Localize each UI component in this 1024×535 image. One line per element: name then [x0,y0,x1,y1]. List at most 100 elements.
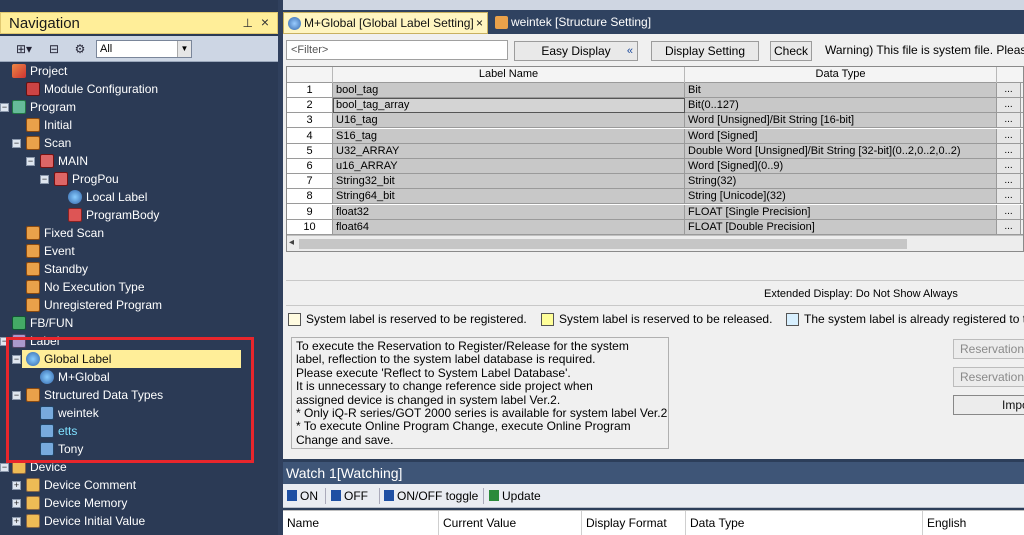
ellipsis-button[interactable]: ... [997,159,1021,174]
chevron-left-icon[interactable]: ◂ [289,237,294,248]
ellipsis-button[interactable]: ... [997,174,1021,190]
table-row[interactable]: 10 float64 FLOAT [Double Precision]... [287,219,1023,235]
label-name-cell[interactable]: u16_ARRAY [333,159,685,174]
tree-item[interactable]: Local Label [0,188,270,206]
check-button[interactable]: Check [770,41,812,61]
tree-item-label: Project [30,64,68,78]
ellipsis-button[interactable]: ... [997,98,1021,114]
extended-display-bar[interactable]: Extended Display: Do Not Show Always [286,280,1024,306]
data-type-cell[interactable]: Double Word [Unsigned]/Bit String [32-bi… [685,143,997,159]
table-row[interactable]: 5 U32_ARRAY Double Word [Unsigned]/Bit Str… [287,143,1023,159]
reservation-release-button[interactable]: Reservation to [953,367,1024,387]
watch-off-button[interactable]: OFF [331,489,368,503]
table-row[interactable]: 2 bool_tag_array Bit(0..127)... [287,98,1023,114]
data-type-cell[interactable]: Word [Signed] [685,128,997,144]
tree-item[interactable]: + Device Memory [0,494,270,512]
tree-item[interactable]: + Device Initial Value [0,512,270,530]
tree-view-icon[interactable]: ⊞▾ [14,39,34,59]
tree-item[interactable]: Unregistered Program [0,296,270,314]
label-name-cell[interactable]: float32 [333,204,685,220]
tree-item[interactable]: − Program [0,98,270,116]
tree-item[interactable]: − ProgPou [0,170,270,188]
table-row[interactable]: 3 U16_tag Word [Unsigned]/Bit String [16-b… [287,113,1023,129]
data-type-cell[interactable]: Bit [685,83,997,98]
data-type-cell[interactable]: Word [Unsigned]/Bit String [16-bit] [685,113,997,129]
scrollbar-thumb[interactable] [299,239,907,249]
watch-column-current-value[interactable]: Current Value [439,511,582,535]
tree-item[interactable]: Event [0,242,270,260]
collapse-icon[interactable]: − [0,103,9,112]
navigation-filter-select[interactable]: All ▼ [96,40,192,58]
collapse-icon[interactable]: − [40,175,49,184]
table-row[interactable]: 1 bool_tag Bit... [287,83,1023,98]
tab-m-global[interactable]: M+Global [Global Label Setting] × [283,12,488,34]
table-row[interactable]: 6 u16_ARRAY Word [Signed](0..9)... [287,159,1023,174]
pin-icon[interactable]: ⊥ [243,16,253,30]
table-row[interactable]: 8 String64_bit String [Unicode](32)... [287,189,1023,205]
column-header-label-name[interactable]: Label Name [333,67,685,83]
collapse-icon[interactable]: − [0,463,9,472]
ellipsis-button[interactable]: ... [997,204,1021,220]
data-type-cell[interactable]: String [Unicode](32) [685,189,997,205]
tree-item[interactable]: No Execution Type [0,278,270,296]
display-setting-button[interactable]: Display Setting [651,41,759,61]
label-name-cell[interactable]: U32_ARRAY [333,143,685,159]
tree-item[interactable]: ProgramBody [0,206,270,224]
label-name-cell[interactable]: String64_bit [333,189,685,205]
ellipsis-button[interactable]: ... [997,143,1021,159]
close-icon[interactable]: × [476,13,483,33]
table-row[interactable]: 9 float32 FLOAT [Single Precision]... [287,204,1023,220]
tree-item[interactable]: Module Configuration [0,80,270,98]
expand-icon[interactable]: + [12,481,21,490]
data-type-cell[interactable]: Bit(0..127) [685,98,997,114]
data-type-cell[interactable]: FLOAT [Double Precision] [685,219,997,235]
tree-item-label: Scan [44,136,72,150]
label-name-cell[interactable]: U16_tag [333,113,685,129]
tree-item[interactable]: Project [0,62,270,80]
data-type-cell[interactable]: Word [Signed](0..9) [685,159,997,174]
table-row[interactable]: 4 S16_tag Word [Signed]... [287,128,1023,144]
tree-item[interactable]: FB/FUN [0,314,270,332]
watch-on-button[interactable]: ON [287,489,318,503]
ellipsis-button[interactable]: ... [997,128,1021,144]
tree-item[interactable]: − Scan [0,134,270,152]
gear-icon[interactable]: ⚙ [70,39,90,59]
ellipsis-button[interactable]: ... [997,219,1021,235]
close-icon[interactable]: × [261,14,269,30]
label-name-cell[interactable]: bool_tag_array [333,98,685,114]
table-row[interactable]: 7 String32_bit String(32)... [287,174,1023,190]
reservation-register-button[interactable]: Reservation to [953,339,1024,359]
watch-column-data-type[interactable]: Data Type [686,511,923,535]
data-type-cell[interactable]: FLOAT [Single Precision] [685,204,997,220]
tree-item[interactable]: Initial [0,116,270,134]
ellipsis-button[interactable]: ... [997,113,1021,129]
filter-input[interactable]: <Filter> [286,40,508,60]
expand-icon[interactable]: + [12,499,21,508]
collapse-icon[interactable]: − [12,139,21,148]
ellipsis-button[interactable]: ... [997,189,1021,205]
tree-item[interactable]: Standby [0,260,270,278]
watch-column-name[interactable]: Name [283,511,439,535]
ellipsis-button[interactable]: ... [997,83,1021,98]
collapse-icon[interactable]: ⊟ [44,39,64,59]
label-name-cell[interactable]: S16_tag [333,128,685,144]
watch-column-english[interactable]: English [923,511,1024,535]
label-name-cell[interactable]: float64 [333,219,685,235]
tree-item[interactable]: + Device Comment [0,476,270,494]
watch-update-button[interactable]: Update [489,489,541,503]
chevron-down-icon[interactable]: ▼ [177,41,191,57]
watch-toggle-button[interactable]: ON/OFF toggle [384,489,478,503]
tree-item[interactable]: Fixed Scan [0,224,270,242]
column-header-data-type[interactable]: Data Type [685,67,997,83]
watch-column-display-format[interactable]: Display Format [582,511,686,535]
tab-weintek[interactable]: weintek [Structure Setting] [491,12,671,34]
easy-display-button[interactable]: Easy Display « [514,41,638,61]
expand-icon[interactable]: + [12,517,21,526]
tree-item[interactable]: − MAIN [0,152,270,170]
data-type-cell[interactable]: String(32) [685,174,997,190]
label-name-cell[interactable]: String32_bit [333,174,685,190]
horizontal-scrollbar[interactable]: ◂ [287,235,1023,251]
collapse-icon[interactable]: − [26,157,35,166]
import-button[interactable]: Impo [953,395,1024,415]
label-name-cell[interactable]: bool_tag [333,83,685,98]
